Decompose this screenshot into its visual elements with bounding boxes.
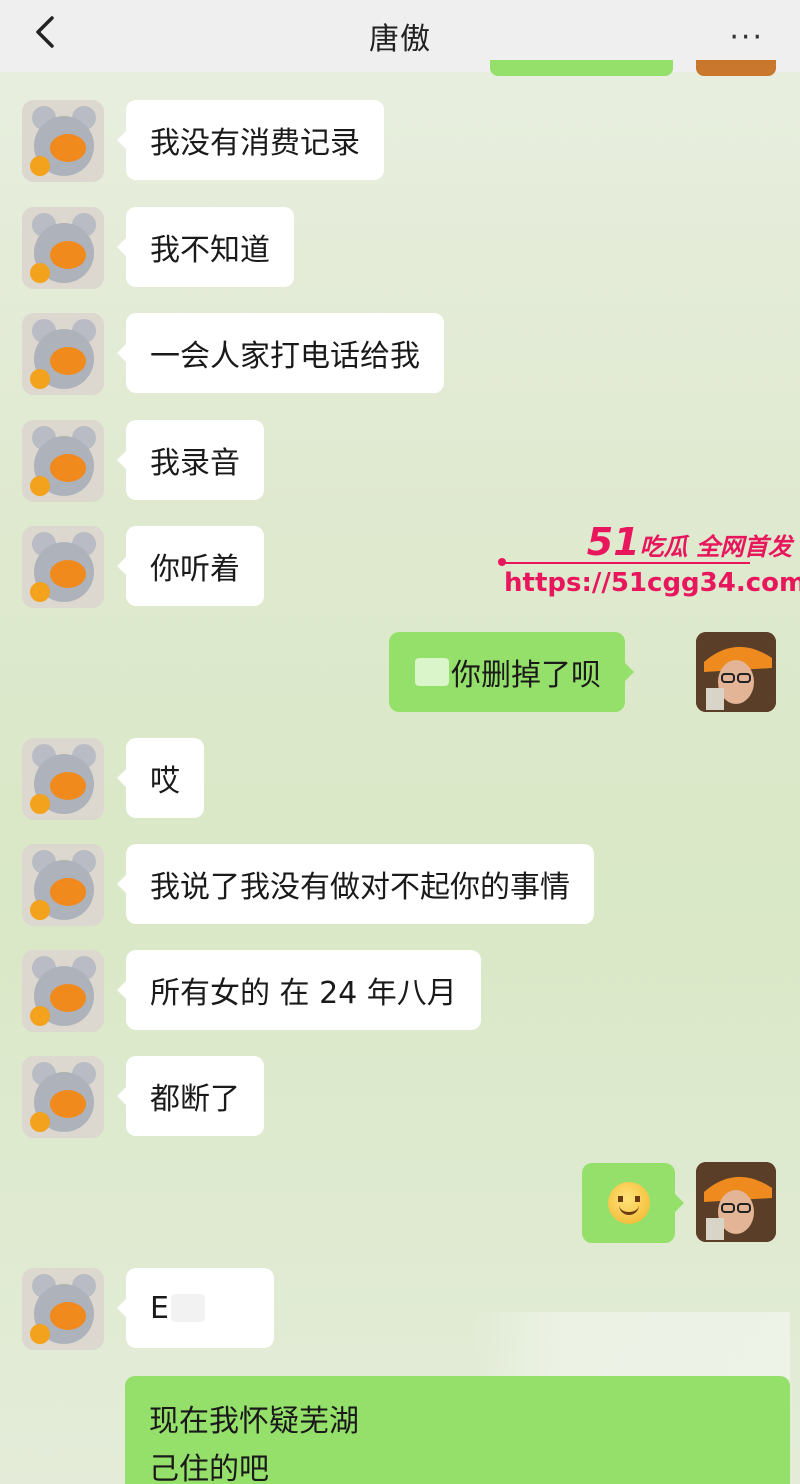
more-options-icon[interactable]: ··· xyxy=(729,20,764,55)
watermark: 51吃瓜 全网首发 https://51cgg34.com xyxy=(498,518,800,608)
message-text: 一会人家打电话给我 xyxy=(150,339,420,374)
watermark-line xyxy=(500,562,750,564)
message-bubble-left[interactable]: 我说了我没有做对不起你的事情 xyxy=(117,844,594,924)
message-bubble-right[interactable] xyxy=(582,1163,684,1243)
smiley-emoji-icon xyxy=(607,1182,650,1224)
message-text: 我不知道 xyxy=(150,233,270,268)
previous-message-bubble xyxy=(490,60,673,76)
message-bubble-left[interactable]: 所有女的 在 24 年八月 xyxy=(117,950,481,1030)
bottom-message-line1: 现在我怀疑芜湖 xyxy=(149,1404,359,1439)
message-text: 都断了 xyxy=(150,1082,240,1117)
contact-avatar[interactable] xyxy=(22,420,104,502)
message-text: 我说了我没有做对不起你的事情 xyxy=(150,870,570,905)
previous-avatar xyxy=(696,60,776,76)
message-bubble-left[interactable]: 都断了 xyxy=(117,1056,264,1136)
message-bubble-left[interactable]: 我录音 xyxy=(117,420,264,500)
contact-avatar[interactable] xyxy=(22,207,104,289)
redacted-text xyxy=(415,658,449,686)
watermark-brand: 51吃瓜 全网首发 xyxy=(586,520,792,564)
chevron-left-icon[interactable] xyxy=(28,12,68,52)
contact-avatar[interactable] xyxy=(22,100,104,182)
contact-avatar[interactable] xyxy=(22,950,104,1032)
chat-title: 唐傲 xyxy=(369,22,431,57)
message-bubble-left[interactable]: E xyxy=(117,1268,274,1348)
message-text: 所有女的 在 24 年八月 xyxy=(150,976,457,1011)
message-bubble-left[interactable]: 你听着 xyxy=(117,526,264,606)
contact-avatar[interactable] xyxy=(22,313,104,395)
message-bubble-left[interactable]: 我不知道 xyxy=(117,207,294,287)
user-avatar[interactable] xyxy=(696,632,776,712)
message-bubble-left[interactable]: 我没有消费记录 xyxy=(117,100,384,180)
contact-avatar[interactable] xyxy=(22,738,104,820)
bottom-message-bubble[interactable]: 现在我怀疑芜湖 己住的吧 xyxy=(125,1376,790,1484)
message-text: 我录音 xyxy=(150,446,240,481)
message-bubble-left[interactable]: 哎 xyxy=(117,738,204,818)
message-text: 你听着 xyxy=(150,552,240,587)
chat-header: 唐傲 ··· xyxy=(0,0,800,72)
message-text: 我没有消费记录 xyxy=(150,126,360,161)
message-text: 你删掉了呗 xyxy=(451,658,601,693)
message-text: 哎 xyxy=(150,764,180,799)
message-bubble-left[interactable]: 一会人家打电话给我 xyxy=(117,313,444,393)
redacted-text xyxy=(170,1294,205,1322)
message-bubble-right[interactable]: 你删掉了呗 xyxy=(389,632,634,712)
contact-avatar[interactable] xyxy=(22,1268,104,1350)
bottom-message-line2: 己住的吧 xyxy=(149,1452,269,1484)
contact-avatar[interactable] xyxy=(22,1056,104,1138)
contact-avatar[interactable] xyxy=(22,844,104,926)
message-text: E xyxy=(150,1290,169,1326)
contact-avatar[interactable] xyxy=(22,526,104,608)
watermark-url: https://51cgg34.com xyxy=(504,568,800,598)
user-avatar[interactable] xyxy=(696,1162,776,1242)
